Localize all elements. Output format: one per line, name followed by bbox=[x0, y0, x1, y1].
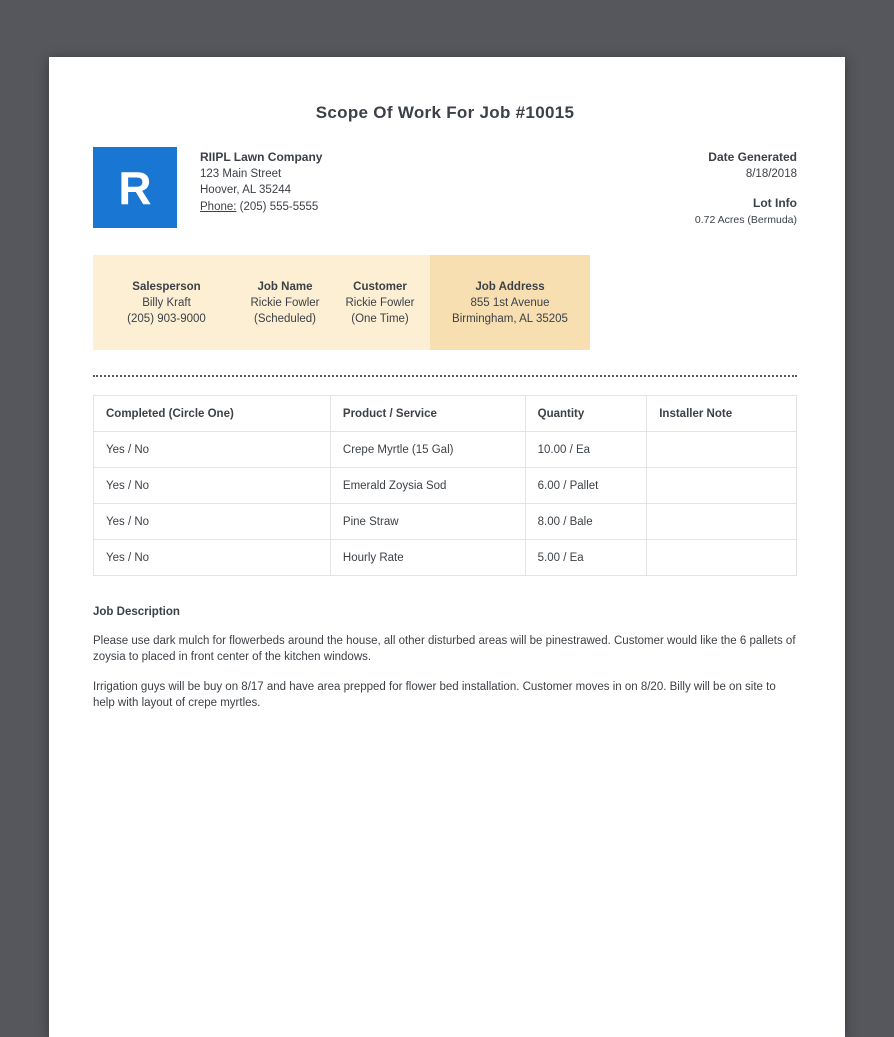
viewer-background: { "page": { "title": "Scope Of Work For … bbox=[0, 57, 894, 1037]
table-row: Yes / No Emerald Zoysia Sod 6.00 / Palle… bbox=[93, 467, 797, 504]
summary-customer: Customer Rickie Fowler (One Time) bbox=[330, 255, 430, 350]
salesperson-phone: (205) 903-9000 bbox=[127, 313, 206, 325]
document-meta: Date Generated 8/18/2018 Lot Info 0.72 A… bbox=[695, 147, 797, 228]
cell-completed: Yes / No bbox=[93, 467, 331, 504]
cell-product: Pine Straw bbox=[329, 503, 526, 540]
cell-product: Emerald Zoysia Sod bbox=[329, 467, 526, 504]
lot-info-value: 0.72 Acres (Bermuda) bbox=[694, 213, 797, 226]
table-row: Yes / No Hourly Rate 5.00 / Ea bbox=[93, 539, 797, 576]
salesperson-label: Salesperson bbox=[132, 281, 201, 293]
salesperson-name: Billy Kraft bbox=[142, 297, 191, 309]
cell-installer-note bbox=[646, 503, 797, 540]
phone-number: (205) 555-5555 bbox=[239, 200, 319, 213]
lot-info-label: Lot Info bbox=[753, 196, 797, 210]
company-address-line1: 123 Main Street bbox=[200, 167, 282, 180]
col-header-product: Product / Service bbox=[329, 395, 526, 432]
job-description-label: Job Description bbox=[93, 606, 180, 618]
phone-label: Phone: bbox=[200, 200, 237, 213]
job-description-paragraph: Please use dark mulch for flowerbeds aro… bbox=[93, 635, 796, 663]
cell-product: Hourly Rate bbox=[329, 539, 526, 576]
date-generated-label: Date Generated bbox=[708, 150, 797, 164]
job-summary-band: Salesperson Billy Kraft (205) 903-9000 J… bbox=[93, 255, 797, 350]
customer-type: (One Time) bbox=[351, 313, 409, 325]
document-page: Scope Of Work For Job #10015 R RIIPL Law… bbox=[49, 57, 845, 1037]
dashed-divider bbox=[93, 375, 797, 377]
cell-installer-note bbox=[646, 467, 797, 504]
company-phone: Phone: (205) 555-5555 bbox=[200, 199, 322, 216]
job-name-value: Rickie Fowler bbox=[250, 297, 320, 309]
job-description-section: Job Description Please use dark mulch fo… bbox=[93, 606, 797, 711]
job-address-label: Job Address bbox=[475, 281, 545, 293]
cell-completed: Yes / No bbox=[93, 539, 331, 576]
cell-completed: Yes / No bbox=[93, 503, 331, 540]
col-header-installer-note: Installer Note bbox=[646, 395, 797, 432]
summary-job-address: Job Address 855 1st Avenue Birmingham, A… bbox=[430, 255, 590, 350]
col-header-quantity: Quantity bbox=[524, 395, 648, 432]
col-header-completed: Completed (Circle One) bbox=[93, 395, 331, 432]
cell-quantity: 8.00 / Bale bbox=[524, 503, 648, 540]
job-address-line2: Birmingham, AL 35205 bbox=[452, 313, 568, 325]
document-title: Scope Of Work For Job #10015 bbox=[315, 103, 575, 122]
cell-installer-note bbox=[646, 431, 797, 468]
riipl-logo: R bbox=[93, 147, 177, 228]
table-header-row: Completed (Circle One) Product / Service… bbox=[93, 395, 797, 432]
company-name: RIIPL Lawn Company bbox=[200, 150, 323, 164]
company-address-line2: Hoover, AL 35244 bbox=[200, 184, 292, 196]
date-generated-value: 8/18/2018 bbox=[745, 167, 797, 180]
cell-completed: Yes / No bbox=[93, 431, 331, 468]
table-row: Yes / No Crepe Myrtle (15 Gal) 10.00 / E… bbox=[93, 431, 797, 468]
company-info: RIIPL Lawn Company 123 Main Street Hoove… bbox=[200, 147, 322, 215]
cell-installer-note bbox=[646, 539, 797, 576]
job-description-paragraph: Irrigation guys will be buy on 8/17 and … bbox=[93, 681, 776, 709]
document-header: R RIIPL Lawn Company 123 Main Street Hoo… bbox=[93, 147, 797, 228]
cell-quantity: 6.00 / Pallet bbox=[524, 467, 648, 504]
work-items-table: Completed (Circle One) Product / Service… bbox=[93, 395, 797, 576]
logo-letter: R bbox=[118, 161, 152, 214]
cell-quantity: 5.00 / Ea bbox=[524, 539, 648, 576]
customer-label: Customer bbox=[353, 281, 407, 293]
job-address-line1: 855 1st Avenue bbox=[470, 297, 550, 309]
cell-product: Crepe Myrtle (15 Gal) bbox=[329, 431, 526, 468]
table-row: Yes / No Pine Straw 8.00 / Bale bbox=[93, 503, 797, 540]
job-name-status: (Scheduled) bbox=[253, 313, 316, 325]
summary-salesperson: Salesperson Billy Kraft (205) 903-9000 bbox=[93, 255, 240, 350]
job-name-label: Job Name bbox=[257, 281, 313, 293]
cell-quantity: 10.00 / Ea bbox=[524, 431, 648, 468]
summary-job-name: Job Name Rickie Fowler (Scheduled) bbox=[240, 255, 330, 350]
customer-name: Rickie Fowler bbox=[345, 297, 415, 309]
